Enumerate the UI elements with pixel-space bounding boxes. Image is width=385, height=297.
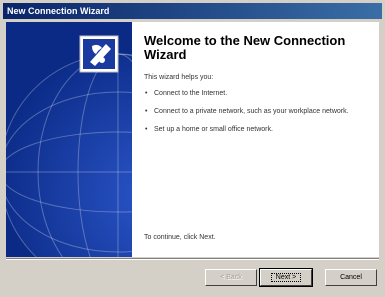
window-title: New Connection Wizard xyxy=(7,6,110,16)
list-item: • Connect to a private network, such as y… xyxy=(144,108,372,116)
bullet-icon: • xyxy=(145,108,148,115)
list-item-text: Connect to the Internet. xyxy=(154,90,228,97)
wizard-logo-icon xyxy=(79,35,119,73)
title-bar[interactable]: New Connection Wizard xyxy=(3,3,382,19)
next-button-label: Next > xyxy=(270,273,302,282)
next-button[interactable]: Next > xyxy=(259,268,313,287)
separator-line xyxy=(6,258,379,260)
list-item-text: Set up a home or small office network. xyxy=(154,126,273,133)
feature-list: • Connect to the Internet. • Connect to a … xyxy=(144,90,372,144)
wizard-heading: Welcome to the New Connection Wizard xyxy=(144,33,346,62)
intro-text: This wizard helps you: xyxy=(144,74,214,81)
back-button[interactable]: < Back xyxy=(205,269,257,286)
list-item: • Connect to the Internet. xyxy=(144,90,372,98)
wizard-content: Welcome to the New Connection Wizard Thi… xyxy=(132,22,379,257)
wizard-side-panel xyxy=(6,22,132,257)
wizard-window: New Connection Wizard Welcome to the New… xyxy=(0,0,385,297)
list-item: • Set up a home or small office network. xyxy=(144,126,372,134)
globe-graphic xyxy=(6,22,132,257)
bullet-icon: • xyxy=(145,90,148,97)
list-item-text: Connect to a private network, such as yo… xyxy=(154,108,349,115)
bullet-icon: • xyxy=(145,126,148,133)
continue-instruction: To continue, click Next. xyxy=(144,234,216,241)
cancel-button[interactable]: Cancel xyxy=(325,269,377,286)
